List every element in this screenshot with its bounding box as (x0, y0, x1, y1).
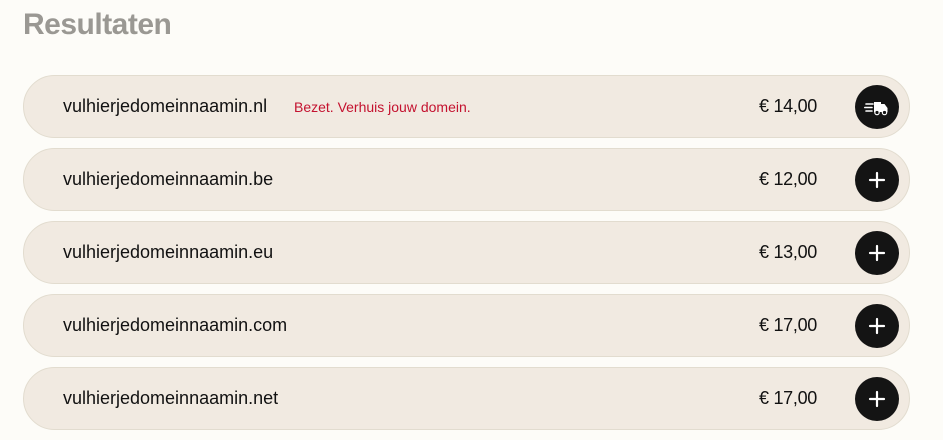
add-to-cart-button[interactable] (855, 377, 899, 421)
add-to-cart-button[interactable] (855, 231, 899, 275)
price: € 14,00 (759, 96, 817, 116)
result-row-eu: vulhierjedomeinnaamin.eu € 13,00 (23, 221, 910, 284)
domain-name: vulhierjedomeinnaamin.com (63, 315, 288, 335)
result-row-net: vulhierjedomeinnaamin.net € 17,00 (23, 367, 910, 430)
transfer-domain-button[interactable] (855, 85, 899, 129)
add-to-cart-button[interactable] (855, 158, 899, 202)
plus-icon (868, 390, 886, 408)
plus-icon (868, 171, 886, 189)
domain-name: vulhierjedomeinnaamin.be (63, 169, 274, 189)
price: € 17,00 (759, 388, 817, 408)
plus-icon (868, 317, 886, 335)
domain-name: vulhierjedomeinnaamin.net (63, 388, 279, 408)
result-row-be: vulhierjedomeinnaamin.be € 12,00 (23, 148, 910, 211)
price: € 13,00 (759, 242, 817, 262)
status-message: Bezet. Verhuis jouw domein. (294, 99, 471, 115)
plus-icon (868, 244, 886, 262)
result-row-com: vulhierjedomeinnaamin.com € 17,00 (23, 294, 910, 357)
domain-name: vulhierjedomeinnaamin.eu (63, 242, 274, 262)
domain-name: vulhierjedomeinnaamin.nl (63, 96, 268, 116)
results-list: vulhierjedomeinnaamin.nl Bezet. Verhuis … (23, 75, 910, 440)
page-title: Resultaten (23, 8, 172, 41)
result-row-nl: vulhierjedomeinnaamin.nl Bezet. Verhuis … (23, 75, 910, 138)
price: € 17,00 (759, 315, 817, 335)
add-to-cart-button[interactable] (855, 304, 899, 348)
moving-truck-icon (864, 102, 888, 116)
price: € 12,00 (759, 169, 817, 189)
